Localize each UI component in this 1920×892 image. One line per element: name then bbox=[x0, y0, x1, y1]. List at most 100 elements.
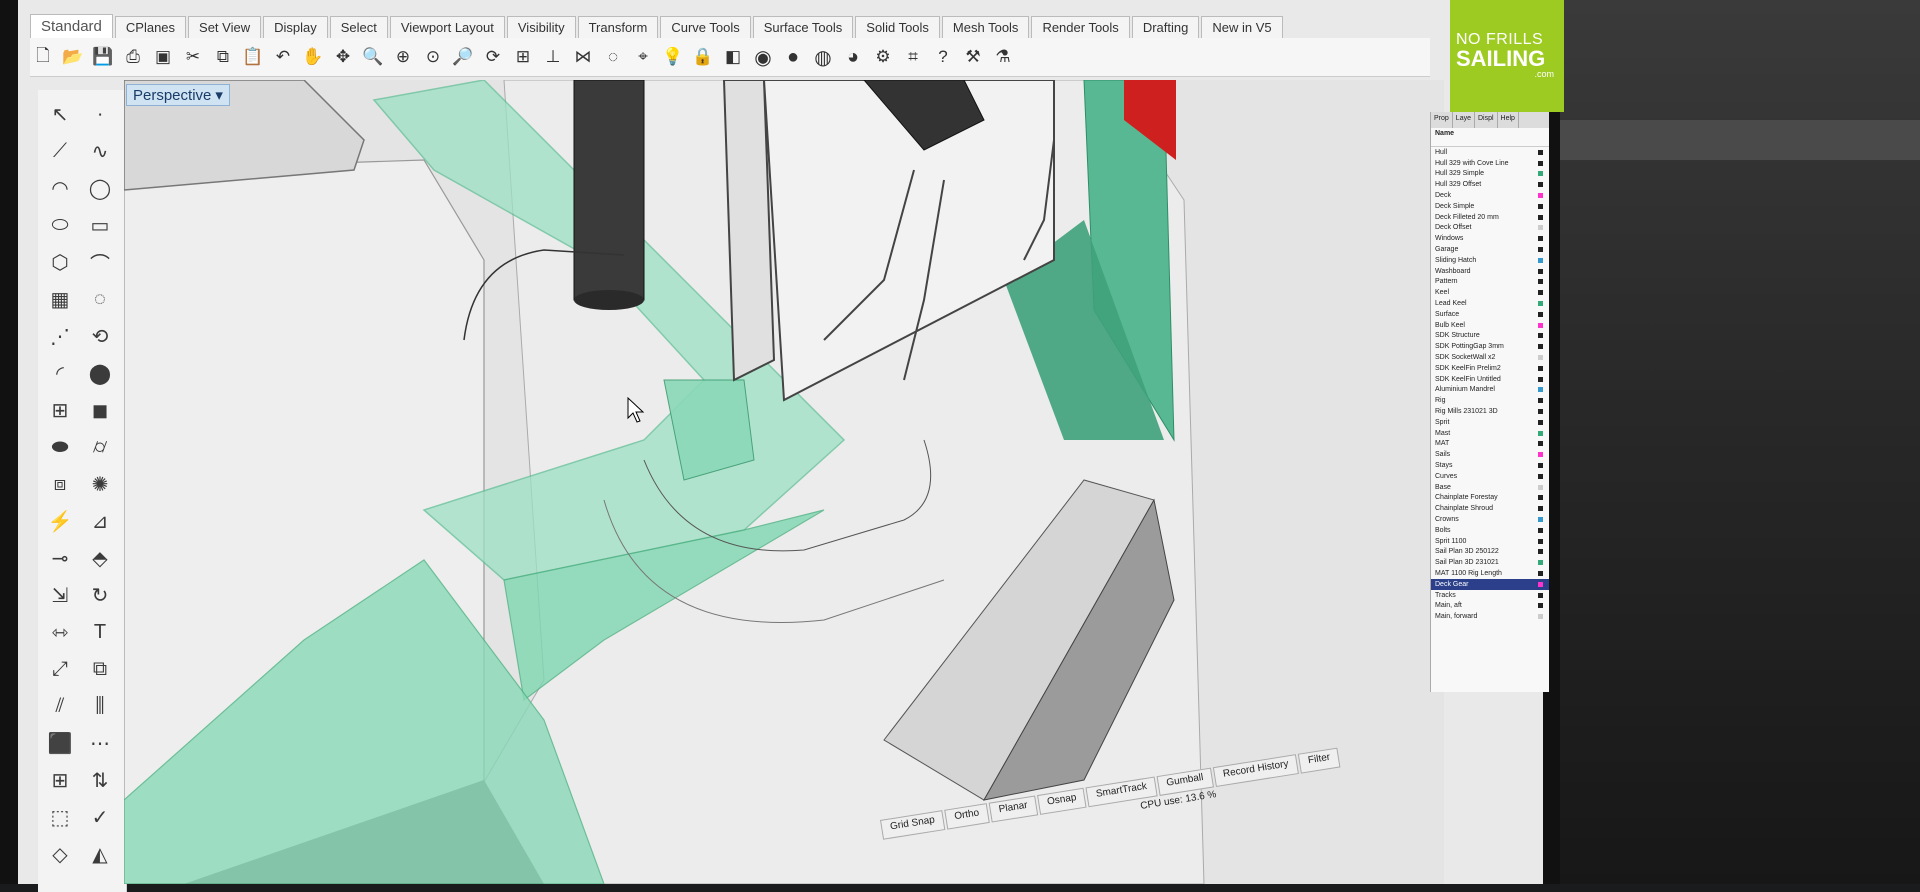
select-arrow-icon[interactable]: ↖ bbox=[40, 96, 80, 133]
offset-icon[interactable]: ⫼ bbox=[80, 688, 120, 725]
group-icon[interactable]: ⬘ bbox=[80, 540, 120, 577]
analyze-icon[interactable]: ◌ bbox=[600, 44, 626, 70]
layer-color-swatch[interactable] bbox=[1538, 495, 1543, 501]
undo-icon[interactable]: ↶ bbox=[270, 44, 296, 70]
tab-viewport-layout[interactable]: Viewport Layout bbox=[389, 16, 505, 38]
layer-row[interactable]: MAT 1100 Rig Length bbox=[1431, 568, 1549, 579]
layer-row[interactable]: Hull 329 with Cove Line bbox=[1431, 158, 1549, 169]
layer-row[interactable]: Chainplate Shroud bbox=[1431, 503, 1549, 514]
render-icon[interactable]: ◭ bbox=[80, 836, 120, 873]
layer-row[interactable]: Hull 329 Simple bbox=[1431, 169, 1549, 180]
layer-row[interactable]: Sprit bbox=[1431, 417, 1549, 428]
layer-color-swatch[interactable] bbox=[1538, 193, 1543, 199]
revolve-icon[interactable]: ⟲ bbox=[80, 318, 120, 355]
layer-icon[interactable]: ◧ bbox=[720, 44, 746, 70]
select-icon[interactable]: ⌖ bbox=[630, 44, 656, 70]
layer-row[interactable]: Pattern bbox=[1431, 277, 1549, 288]
tab-properties[interactable]: Prop bbox=[1431, 112, 1453, 128]
polyline-icon[interactable]: ⟋ bbox=[40, 133, 80, 170]
render-sphere-icon[interactable]: ● bbox=[780, 44, 806, 70]
layer-row[interactable]: SDK SocketWall x2 bbox=[1431, 352, 1549, 363]
loft-icon[interactable]: ⋰ bbox=[40, 318, 80, 355]
layer-row[interactable]: Mast bbox=[1431, 428, 1549, 439]
dimension-tool-icon[interactable]: ⇿ bbox=[40, 614, 80, 651]
layer-color-swatch[interactable] bbox=[1538, 247, 1543, 253]
layer-color-swatch[interactable] bbox=[1538, 516, 1543, 522]
print-icon[interactable]: ⎙ bbox=[120, 44, 146, 70]
zoom-window-icon[interactable]: ⊕ bbox=[390, 44, 416, 70]
layer-row[interactable]: Hull 329 Offset bbox=[1431, 179, 1549, 190]
tab-render-tools[interactable]: Render Tools bbox=[1031, 16, 1130, 38]
layer-color-swatch[interactable] bbox=[1538, 236, 1543, 242]
layer-color-swatch[interactable] bbox=[1538, 333, 1543, 339]
four-view-icon[interactable]: ⊞ bbox=[510, 44, 536, 70]
grid-icon[interactable]: ⊞ bbox=[40, 762, 80, 799]
layer-row[interactable]: Main, forward bbox=[1431, 611, 1549, 622]
trim-icon[interactable]: ⚡ bbox=[40, 503, 80, 540]
light-bulb-icon[interactable]: 💡 bbox=[660, 44, 686, 70]
cylinder-icon[interactable]: ⌭ bbox=[80, 429, 120, 466]
layer-row[interactable]: Lead Keel bbox=[1431, 298, 1549, 309]
layer-row[interactable]: Sail Plan 3D 231021 bbox=[1431, 557, 1549, 568]
layer-row[interactable]: Chainplate Forestay bbox=[1431, 493, 1549, 504]
layer-row[interactable]: Crowns bbox=[1431, 514, 1549, 525]
split-icon[interactable]: ⊿ bbox=[80, 503, 120, 540]
ellipse-icon[interactable]: ⬭ bbox=[40, 207, 80, 244]
layer-color-swatch[interactable] bbox=[1538, 538, 1543, 544]
layer-row[interactable]: Surface bbox=[1431, 309, 1549, 320]
layer-row[interactable]: Sails bbox=[1431, 449, 1549, 460]
layer-color-swatch[interactable] bbox=[1538, 603, 1543, 609]
layer-row[interactable]: Bulb Keel bbox=[1431, 320, 1549, 331]
layer-row[interactable]: SDK Structure bbox=[1431, 331, 1549, 342]
tab-select[interactable]: Select bbox=[329, 16, 388, 38]
layer-color-swatch[interactable] bbox=[1538, 365, 1543, 371]
light-icon[interactable]: ⋯ bbox=[80, 725, 120, 762]
tab-surface-tools[interactable]: Surface Tools bbox=[752, 16, 854, 38]
layer-row[interactable]: SDK KeelFin Prelim2 bbox=[1431, 363, 1549, 374]
layer-color-swatch[interactable] bbox=[1538, 214, 1543, 220]
layer-color-swatch[interactable] bbox=[1538, 203, 1543, 209]
layer-color-swatch[interactable] bbox=[1538, 268, 1543, 274]
circle-icon[interactable]: ◯ bbox=[80, 170, 120, 207]
layer-row[interactable]: Main, aft bbox=[1431, 600, 1549, 611]
layer-color-swatch[interactable] bbox=[1538, 430, 1543, 436]
move-tool-icon[interactable]: ⤢ bbox=[40, 651, 80, 688]
boolean-union-icon[interactable]: ⬬ bbox=[40, 429, 80, 466]
dimension-icon[interactable]: ⌗ bbox=[900, 44, 926, 70]
cut-icon[interactable]: ✂ bbox=[180, 44, 206, 70]
layer-row[interactable]: Rig Mills 231021 3D bbox=[1431, 406, 1549, 417]
layer-row[interactable]: SDK PottingGap 3mm bbox=[1431, 341, 1549, 352]
array-icon[interactable]: ⧈ bbox=[40, 466, 80, 503]
explode-icon[interactable]: ✺ bbox=[80, 466, 120, 503]
layer-row[interactable]: Base bbox=[1431, 482, 1549, 493]
zoom-icon[interactable]: 🔍 bbox=[360, 44, 386, 70]
move-icon[interactable]: ✥ bbox=[330, 44, 356, 70]
sphere-surface-icon[interactable]: ◌ bbox=[80, 281, 120, 318]
tab-set-view[interactable]: Set View bbox=[188, 16, 262, 38]
layer-row[interactable]: Stays bbox=[1431, 460, 1549, 471]
rectangle-icon[interactable]: ▭ bbox=[80, 207, 120, 244]
color-wheel-icon[interactable]: ◉ bbox=[750, 44, 776, 70]
layer-row[interactable]: Keel bbox=[1431, 287, 1549, 298]
layer-row[interactable]: MAT bbox=[1431, 439, 1549, 450]
layer-row[interactable]: Sail Plan 3D 250122 bbox=[1431, 546, 1549, 557]
layer-row[interactable]: Sliding Hatch bbox=[1431, 255, 1549, 266]
copy-tool-icon[interactable]: ⧉ bbox=[80, 651, 120, 688]
zoom-extents-icon[interactable]: ⊙ bbox=[420, 44, 446, 70]
polygon-icon[interactable]: ⬡ bbox=[40, 244, 80, 281]
check-icon[interactable]: ✓ bbox=[80, 799, 120, 836]
new-file-icon[interactable]: 🗋 bbox=[30, 44, 56, 70]
layer-color-swatch[interactable] bbox=[1538, 441, 1543, 447]
layer-color-swatch[interactable] bbox=[1538, 473, 1543, 479]
curve-icon[interactable]: ∿ bbox=[80, 133, 120, 170]
layer-row[interactable]: SDK KeelFin Untitled bbox=[1431, 374, 1549, 385]
block-icon[interactable]: ⬛ bbox=[40, 725, 80, 762]
fillet-curve-icon[interactable]: ⌒ bbox=[80, 244, 120, 281]
layer-color-swatch[interactable] bbox=[1538, 581, 1543, 587]
zoom-selected-icon[interactable]: 🔎 bbox=[450, 44, 476, 70]
layer-color-swatch[interactable] bbox=[1538, 387, 1543, 393]
sweep-icon[interactable]: ◜ bbox=[40, 355, 80, 392]
layer-color-swatch[interactable] bbox=[1538, 592, 1543, 598]
layer-color-swatch[interactable] bbox=[1538, 160, 1543, 166]
layer-color-swatch[interactable] bbox=[1538, 570, 1543, 576]
